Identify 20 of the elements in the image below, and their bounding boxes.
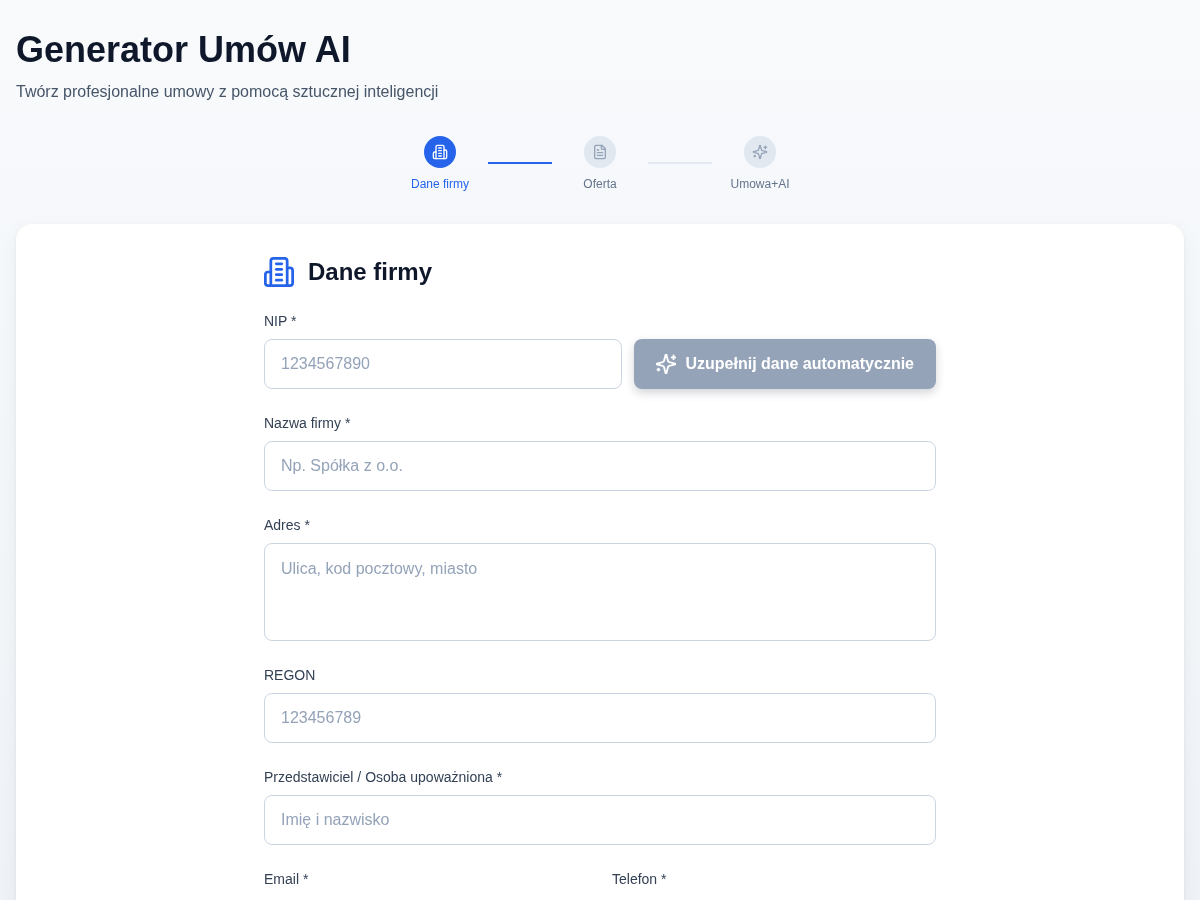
input-field[interactable]: Np. Spółka z o.o. — [264, 441, 936, 491]
field-label: Nazwa firmy * — [264, 414, 351, 433]
input-field[interactable]: 123456789 — [264, 693, 936, 743]
page-title: Generator Umów AI — [16, 28, 351, 72]
field-label: Adres * — [264, 516, 310, 535]
field-label: NIP * — [264, 312, 297, 331]
step-label: Oferta — [583, 176, 617, 192]
page-subtitle: Twórz profesjonalne umowy z pomocą sztucznej inteligencji — [16, 82, 439, 102]
input-field[interactable]: 1234567890 — [264, 339, 622, 389]
field-label: REGON — [264, 666, 316, 685]
section-title: Dane firmy — [308, 257, 433, 287]
field-label: Przedstawiciel / Osoba upoważniona * — [264, 768, 503, 787]
building-icon — [264, 257, 294, 287]
field-label: Email * — [264, 870, 309, 889]
step-label: Umowa+AI — [730, 176, 790, 192]
input-field[interactable]: Imię i nazwisko — [264, 795, 936, 845]
step-label: Dane firmy — [411, 176, 469, 192]
textarea-field[interactable]: Ulica, kod pocztowy, miasto — [264, 543, 936, 641]
field-label: Telefon * — [612, 870, 667, 889]
sparkle-icon — [655, 354, 676, 374]
